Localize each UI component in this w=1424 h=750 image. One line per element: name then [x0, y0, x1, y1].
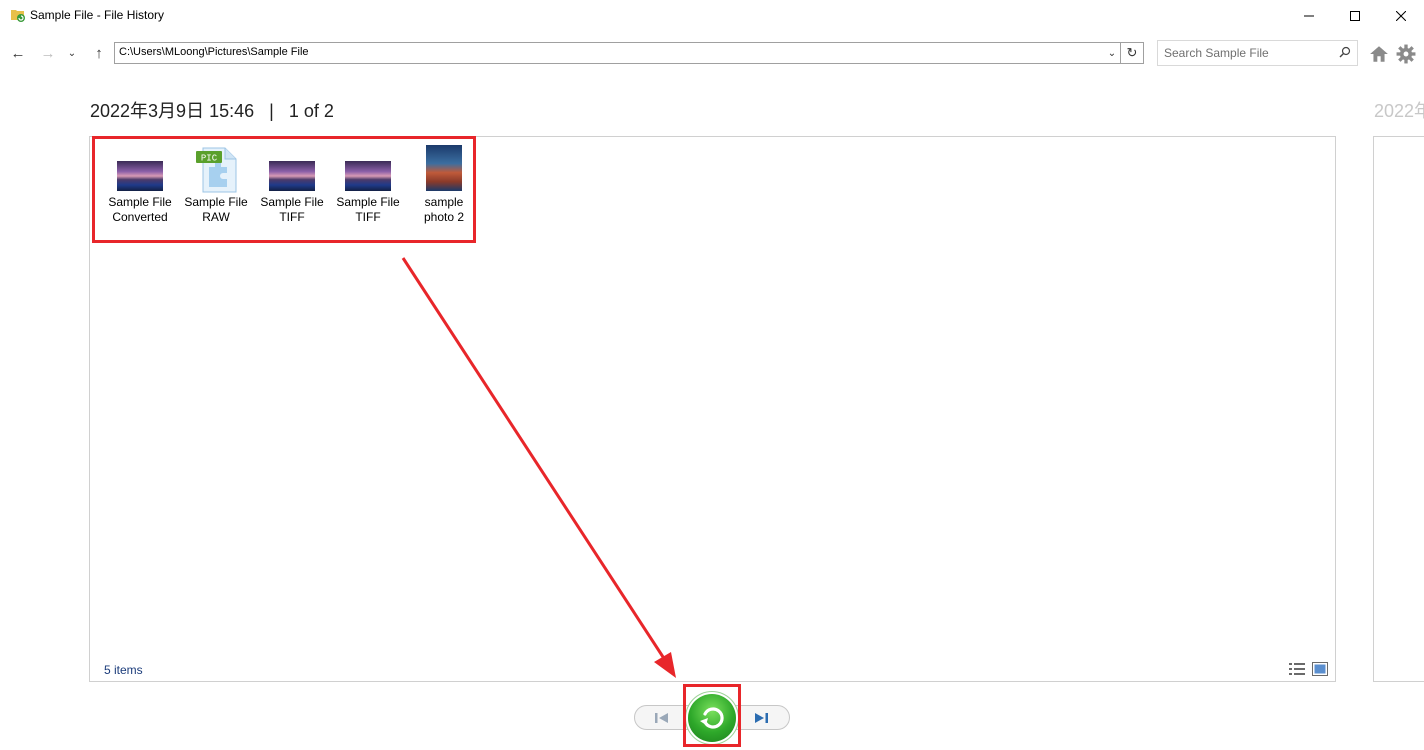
home-icon[interactable] [1369, 44, 1389, 64]
header-separator: | [269, 101, 274, 121]
previous-version-icon [655, 713, 668, 723]
search-placeholder: Search Sample File [1164, 46, 1269, 60]
close-button[interactable] [1378, 0, 1424, 32]
close-icon [1396, 11, 1406, 21]
files-highlight-box [92, 136, 476, 243]
back-arrow-icon: ← [10, 44, 26, 62]
search-box[interactable]: Search Sample File [1157, 40, 1358, 66]
window-title: Sample File - File History [30, 8, 165, 22]
search-icon [1339, 46, 1351, 58]
item-count: 5 items [104, 663, 143, 677]
minimize-icon [1304, 15, 1314, 17]
details-view-icon[interactable] [1289, 662, 1305, 676]
next-version-icon [755, 713, 768, 723]
up-button[interactable]: ↑ [89, 43, 109, 63]
previous-version-button[interactable] [652, 708, 672, 728]
title-bar [0, 0, 1424, 32]
gear-icon[interactable] [1396, 44, 1416, 64]
up-arrow-icon: ↑ [95, 44, 103, 62]
forward-arrow-icon: → [40, 44, 56, 62]
version-date: 2022年3月9日 15:46 [90, 101, 255, 121]
address-bar[interactable]: C:\Users\MLoong\Pictures\Sample File ⌄ ↻ [114, 42, 1144, 64]
version-header: 2022年3月9日 15:46 | 1 of 2 [90, 97, 334, 123]
restore-highlight-box [683, 684, 741, 747]
address-dropdown-icon[interactable]: ⌄ [1103, 43, 1121, 63]
address-text: C:\Users\MLoong\Pictures\Sample File [119, 46, 309, 58]
next-version-pane[interactable] [1373, 136, 1424, 682]
maximize-button[interactable] [1332, 0, 1378, 32]
chevron-down-icon: ⌄ [67, 47, 77, 59]
next-version-date[interactable]: 2022年 [1374, 97, 1424, 123]
recent-locations-button[interactable]: ⌄ [62, 43, 82, 63]
back-button[interactable]: ← [8, 43, 28, 63]
maximize-icon [1350, 11, 1360, 21]
forward-button[interactable]: → [38, 43, 58, 63]
file-history-icon [11, 10, 25, 22]
refresh-icon[interactable]: ↻ [1120, 43, 1143, 63]
minimize-button[interactable] [1286, 0, 1332, 32]
large-icons-view-icon[interactable] [1312, 662, 1328, 676]
next-version-button[interactable] [751, 708, 771, 728]
version-position: 1 of 2 [288, 101, 334, 121]
